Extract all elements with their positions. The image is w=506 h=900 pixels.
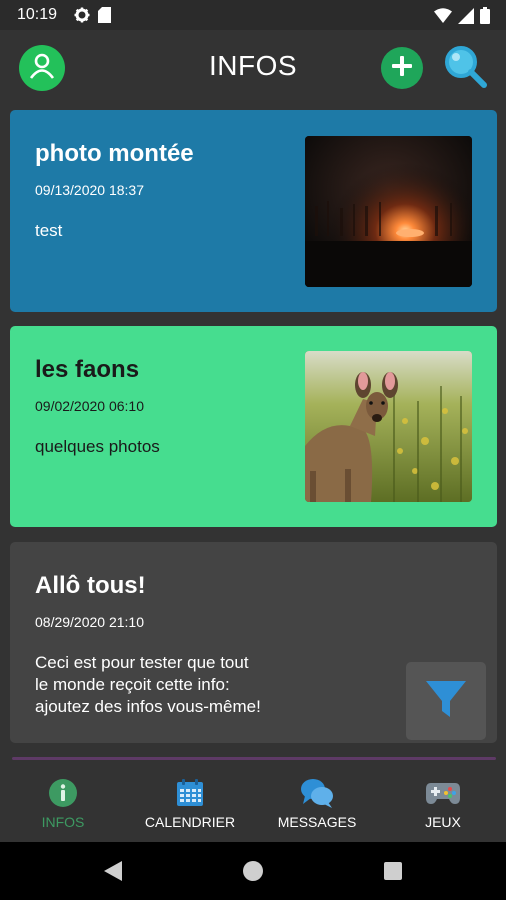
info-card[interactable]: photo montée 09/13/2020 18:37 test (10, 110, 497, 312)
card-body: quelques photos (35, 437, 160, 456)
card-date: 08/29/2020 21:10 (35, 614, 144, 630)
bottom-nav: INFOS CALENDRIER MESSAGES JEUX (0, 762, 506, 842)
nav-label: MESSAGES (277, 814, 357, 830)
gamepad-icon (425, 776, 461, 810)
search-button[interactable] (440, 43, 490, 93)
sim-card-icon (98, 7, 111, 28)
card-date: 09/02/2020 06:10 (35, 398, 144, 414)
page-title: INFOS (208, 50, 298, 81)
nav-item-calendrier[interactable]: CALENDRIER (127, 762, 253, 842)
card-date: 09/13/2020 18:37 (35, 182, 144, 198)
plus-icon (390, 54, 414, 83)
back-icon[interactable] (104, 861, 122, 886)
card-body-line: ajoutez des infos vous-même! (35, 697, 261, 716)
battery-icon (480, 7, 490, 29)
status-bar: 10:19 (0, 0, 506, 30)
card-title: Allô tous! (35, 572, 146, 599)
add-info-button[interactable] (381, 47, 423, 89)
signal-icon (458, 7, 474, 29)
home-icon[interactable] (243, 861, 263, 881)
nav-item-infos[interactable]: INFOS (0, 762, 126, 842)
wifi-icon (434, 8, 452, 28)
nav-label: JEUX (425, 814, 461, 830)
card-image[interactable] (305, 351, 472, 502)
nav-label: INFOS (41, 814, 85, 830)
nav-label: CALENDRIER (144, 814, 236, 830)
nav-item-messages[interactable]: MESSAGES (254, 762, 380, 842)
info-card[interactable]: les faons 09/02/2020 06:10 quelques phot… (10, 326, 497, 527)
card-body: test (35, 221, 63, 240)
filter-icon (424, 677, 468, 726)
settings-icon (74, 7, 90, 28)
card-body-line: le monde reçoit cette info: (35, 675, 230, 694)
calendar-icon (175, 776, 205, 810)
app-bar: INFOS (0, 30, 506, 106)
nav-item-jeux[interactable]: JEUX (380, 762, 506, 842)
card-body: Ceci est pour tester que tout le monde r… (35, 652, 261, 718)
card-image[interactable] (305, 136, 472, 287)
card-body-line: Ceci est pour tester que tout (35, 653, 249, 672)
recents-icon[interactable] (384, 862, 402, 880)
system-nav-bar (0, 842, 506, 900)
card-title: photo montée (35, 140, 194, 167)
info-icon (48, 776, 78, 810)
status-time: 10:19 (17, 6, 58, 23)
chat-icon (300, 776, 334, 810)
filter-button[interactable] (406, 662, 486, 740)
card-title: les faons (35, 356, 140, 383)
search-icon (442, 43, 488, 94)
next-card-edge (12, 757, 496, 760)
